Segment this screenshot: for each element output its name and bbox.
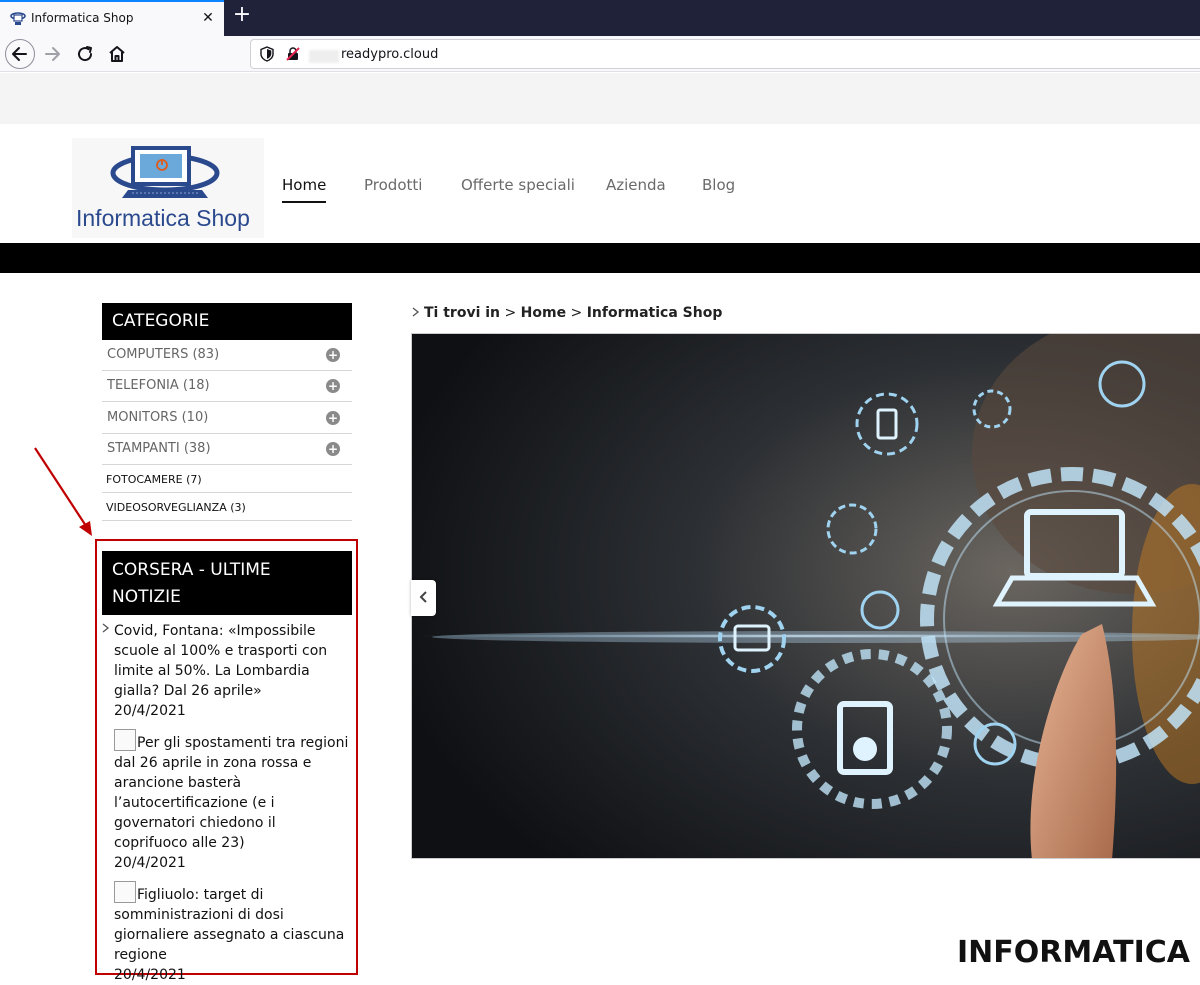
breadcrumb: Ti trovi in > Home > Informatica Shop: [412, 305, 722, 321]
news-list: Covid, Fontana: «Impossibile scuole al 1…: [102, 620, 352, 985]
shield-icon[interactable]: [259, 46, 275, 62]
category-videosorveglianza[interactable]: VIDEOSORVEGLIANZA (3): [102, 493, 352, 521]
broken-image-icon: [114, 881, 136, 903]
back-button[interactable]: [5, 39, 35, 69]
expand-plus-icon[interactable]: +: [326, 411, 340, 425]
home-icon: [109, 46, 125, 62]
category-computers[interactable]: COMPUTERS (83) +: [102, 340, 352, 371]
menu-item-home[interactable]: Home: [282, 176, 327, 203]
news-item[interactable]: Figliuolo: target di somministrazioni di…: [102, 881, 352, 985]
news-title: CORSERA - ULTIME NOTIZIE: [102, 551, 352, 615]
category-label: STAMPANTI (38): [107, 441, 211, 456]
logo-text: Informatica Shop: [76, 205, 250, 231]
category-telefonia[interactable]: TELEFONIA (18) +: [102, 371, 352, 402]
computer-logo-icon: [110, 146, 220, 198]
expand-plus-icon[interactable]: +: [326, 442, 340, 456]
browser-tab[interactable]: Informatica Shop ✕: [0, 0, 224, 36]
menu-item-prodotti[interactable]: Prodotti: [364, 176, 422, 194]
page-title: INFORMATICA SH: [957, 935, 1200, 970]
tab-title: Informatica Shop: [31, 11, 134, 25]
news-item[interactable]: Per gli spostamenti tra regioni dal 26 a…: [102, 729, 352, 873]
url-text: readypro.cloud: [341, 47, 439, 62]
reload-button[interactable]: [70, 39, 100, 69]
browser-tab-bar: Informatica Shop ✕ +: [0, 0, 1200, 36]
broken-image-icon: [114, 729, 136, 751]
menu-item-offerte-speciali[interactable]: Offerte speciali: [461, 176, 575, 194]
header-band: [0, 243, 1200, 273]
insecure-lock-icon[interactable]: [285, 46, 301, 62]
site-logo[interactable]: Informatica Shop: [72, 138, 264, 238]
news-headline[interactable]: Covid, Fontana: «Impossibile scuole al 1…: [114, 623, 327, 699]
chevron-right-icon: [102, 623, 110, 633]
chevron-left-icon: [419, 591, 427, 603]
browser-nav-bar: readypro.cloud: [0, 36, 1200, 72]
breadcrumb-home[interactable]: Home: [521, 305, 566, 321]
home-button[interactable]: [102, 39, 132, 69]
news-headline[interactable]: Per gli spostamenti tra regioni dal 26 a…: [114, 735, 348, 851]
breadcrumb-separator: >: [504, 305, 517, 321]
category-label: MONITORS (10): [107, 410, 209, 425]
site-favicon-icon: [10, 12, 26, 25]
breadcrumb-current: Informatica Shop: [586, 305, 723, 321]
news-date: 20/4/2021: [114, 967, 186, 983]
close-tab-icon[interactable]: ✕: [198, 8, 218, 28]
toolbar-spacer: [0, 73, 1200, 124]
news-date: 20/4/2021: [114, 855, 186, 871]
back-arrow-icon: [12, 47, 27, 61]
news-date: 20/4/2021: [114, 703, 186, 719]
menu-item-azienda[interactable]: Azienda: [606, 176, 666, 194]
annotation-arrow-icon: [34, 447, 92, 536]
technology-banner-image: [412, 334, 1200, 858]
slider-prev-button[interactable]: [411, 580, 436, 616]
category-fotocamere[interactable]: FOTOCAMERE (7): [102, 465, 352, 493]
breadcrumb-separator: >: [570, 305, 583, 321]
category-label: FOTOCAMERE (7): [106, 473, 202, 486]
categories-title: CATEGORIE: [102, 303, 352, 340]
news-item[interactable]: Covid, Fontana: «Impossibile scuole al 1…: [102, 620, 352, 721]
reload-icon: [78, 46, 93, 62]
expand-plus-icon[interactable]: +: [326, 348, 340, 362]
category-label: VIDEOSORVEGLIANZA (3): [106, 501, 246, 514]
url-redacted: [309, 50, 339, 63]
category-label: COMPUTERS (83): [107, 347, 220, 362]
forward-arrow-icon: [45, 47, 60, 61]
news-headline[interactable]: Figliuolo: target di somministrazioni di…: [114, 887, 344, 963]
category-monitors[interactable]: MONITORS (10) +: [102, 403, 352, 434]
expand-plus-icon[interactable]: +: [326, 379, 340, 393]
category-label: TELEFONIA (18): [107, 378, 210, 393]
new-tab-icon[interactable]: +: [230, 4, 254, 28]
chevron-right-icon: [412, 307, 420, 317]
forward-button[interactable]: [38, 39, 68, 69]
hero-slider-image[interactable]: [411, 333, 1200, 859]
category-stampanti[interactable]: STAMPANTI (38) +: [102, 434, 352, 465]
menu-item-blog[interactable]: Blog: [702, 176, 735, 194]
breadcrumb-prefix: Ti trovi in: [424, 305, 501, 321]
address-bar[interactable]: readypro.cloud: [250, 39, 1200, 69]
